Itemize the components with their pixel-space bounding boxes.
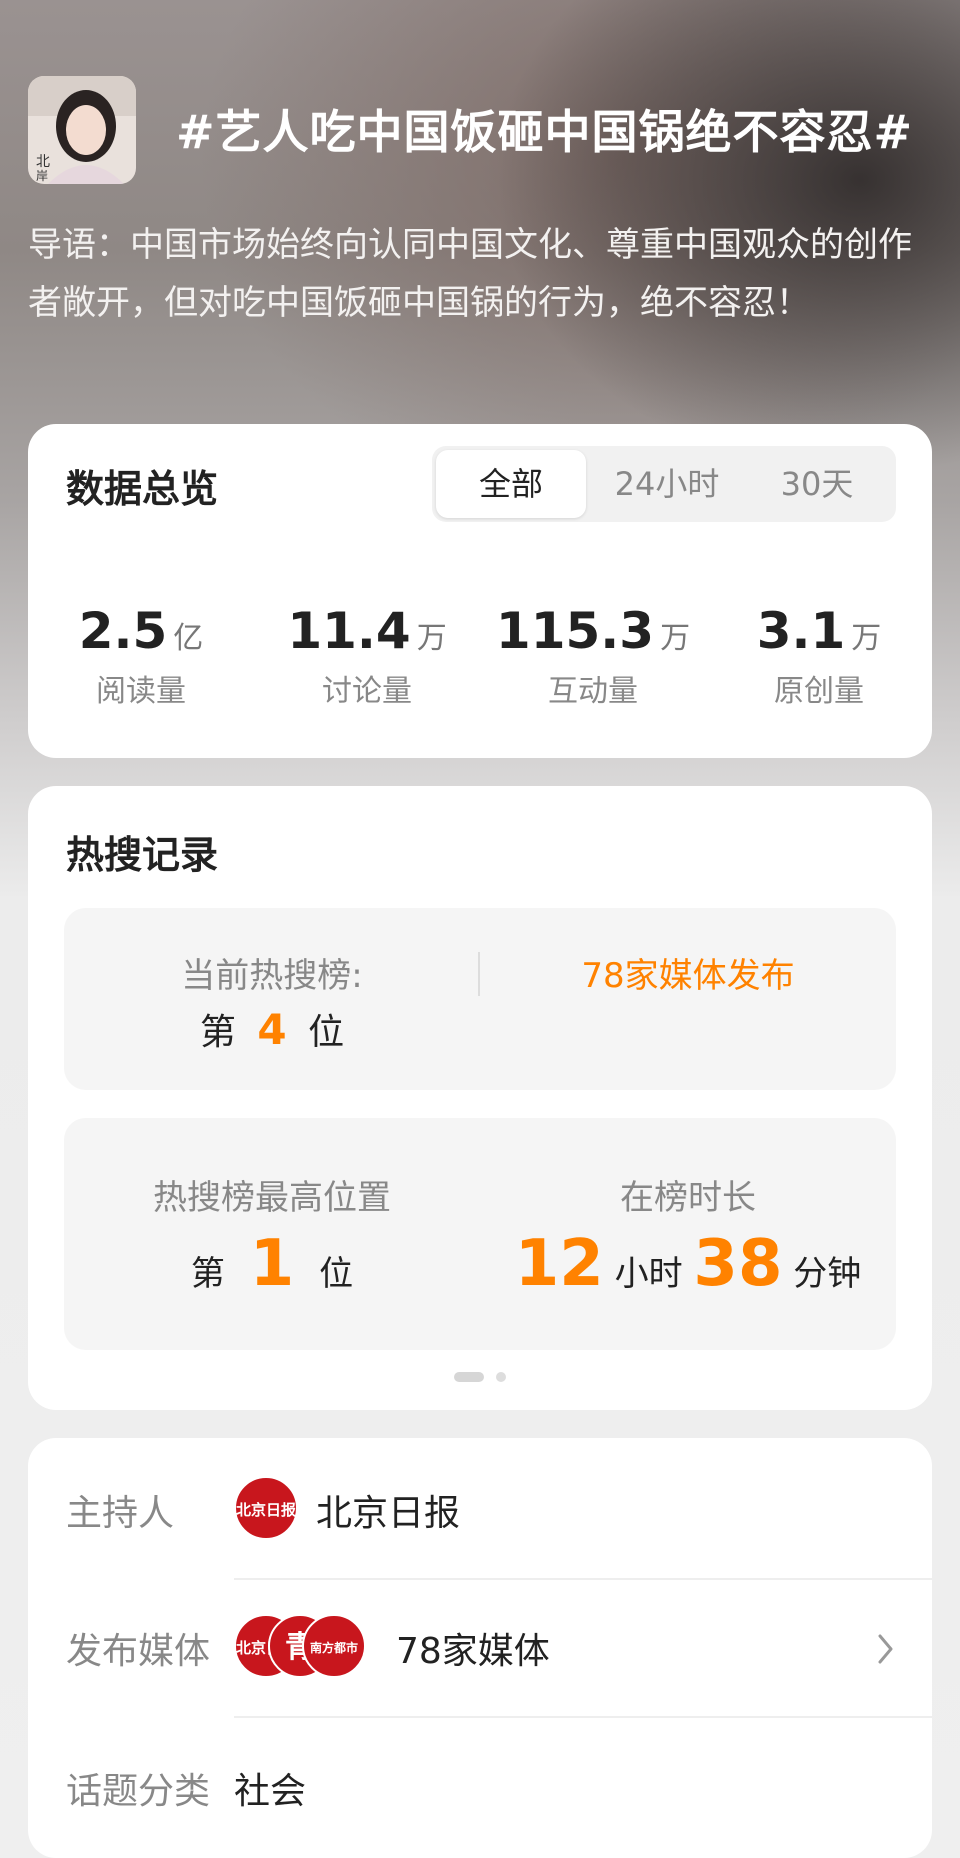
- highest-rank-label: 热搜榜最高位置: [153, 1178, 391, 1218]
- category-value: 社会: [234, 1771, 307, 1812]
- data-overview-card: 数据总览 全部 24小时 30天 2.5 亿 阅读量 11.4 万 讨论量 115.…: [28, 424, 932, 758]
- rank-prefix: 第: [199, 1012, 236, 1053]
- current-rank-line: 第 4 位: [64, 1003, 480, 1055]
- host-logo[interactable]: 北京日报: [234, 1476, 298, 1540]
- duration-hours: 12: [514, 1227, 604, 1301]
- stat-label: 讨论量: [322, 674, 412, 709]
- rank-suffix: 位: [319, 1254, 354, 1294]
- duration-minutes: 38: [693, 1227, 783, 1301]
- row-divider: [234, 1578, 932, 1580]
- tab-24h[interactable]: 24小时: [592, 450, 742, 518]
- stat-label: 原创量: [774, 674, 864, 709]
- media-published-link[interactable]: 78家媒体发布: [480, 948, 896, 997]
- topic-page: 北 岸 #艺人吃中国饭砸中国锅绝不容忍# 导语：中国市场始终向认同中国文化、尊重…: [0, 0, 960, 1858]
- stat-value: 2.5: [78, 602, 168, 660]
- highest-rank-block: 热搜榜最高位置 第 1 位: [64, 1170, 480, 1301]
- minutes-unit: 分钟: [793, 1254, 862, 1294]
- topic-title: #艺人吃中国饭砸中国锅绝不容忍#: [176, 105, 914, 159]
- highest-rank-value: 1: [249, 1227, 295, 1301]
- topic-intro: 导语：中国市场始终向认同中国文化、尊重中国观众的创作者敞开，但对吃中国饭砸中国锅…: [28, 225, 912, 323]
- current-rank-panel[interactable]: 当前热搜榜: 第 4 位 78家媒体发布: [64, 908, 896, 1090]
- category-label: 话题分类: [66, 1771, 211, 1812]
- topic-avatar[interactable]: 北 岸: [28, 76, 136, 184]
- stat-reads: 2.5 亿 阅读量: [28, 602, 254, 710]
- data-overview-title: 数据总览: [66, 467, 219, 511]
- svg-text:北: 北: [36, 154, 50, 170]
- current-rank-value: 4: [257, 1005, 287, 1054]
- carousel-indicator: [28, 1366, 932, 1382]
- stat-discussions: 11.4 万 讨论量: [254, 602, 480, 710]
- stat-unit: 亿: [173, 621, 204, 656]
- current-rank-block: 当前热搜榜: 第 4 位: [64, 948, 480, 1055]
- time-range-tabs: 全部 24小时 30天: [432, 446, 896, 522]
- svg-text:岸: 岸: [36, 169, 48, 183]
- rank-prefix: 第: [190, 1254, 225, 1294]
- row-divider: [234, 1716, 932, 1718]
- tab-30d[interactable]: 30天: [742, 450, 892, 518]
- highest-rank-line: 第 1 位: [64, 1227, 480, 1301]
- stat-value: 3.1: [756, 602, 846, 660]
- media-logo: 南方都市: [302, 1614, 366, 1678]
- stat-value: 115.3: [495, 602, 655, 660]
- hot-search-card: 热搜记录 当前热搜榜: 第 4 位 78家媒体发布 热搜榜最高位置 第 1 位: [28, 786, 932, 1410]
- hours-unit: 小时: [614, 1254, 683, 1294]
- stat-value: 11.4: [287, 602, 411, 660]
- media-count: 78家媒体: [396, 1631, 550, 1672]
- tab-all[interactable]: 全部: [436, 450, 586, 518]
- duration-line: 12 小时 38 分钟: [480, 1227, 896, 1301]
- stat-unit: 万: [851, 621, 882, 656]
- host-name[interactable]: 北京日报: [316, 1484, 460, 1536]
- chevron-right-icon: [878, 1634, 893, 1664]
- rank-suffix: 位: [308, 1012, 345, 1053]
- media-label: 发布媒体: [66, 1631, 211, 1672]
- duration-label: 在榜时长: [620, 1178, 756, 1218]
- stat-label: 互动量: [548, 674, 638, 709]
- duration-block: 在榜时长 12 小时 38 分钟: [480, 1170, 896, 1301]
- current-rank-label: 当前热搜榜:: [181, 956, 363, 996]
- host-label: 主持人: [66, 1493, 175, 1534]
- stat-unit: 万: [416, 621, 447, 656]
- indicator-inactive: [495, 1371, 506, 1382]
- stat-interactions: 115.3 万 互动量: [480, 602, 706, 710]
- stat-label: 阅读量: [96, 674, 186, 709]
- stat-originals: 3.1 万 原创量: [706, 602, 932, 710]
- stat-unit: 万: [660, 621, 691, 656]
- indicator-active: [454, 1371, 485, 1382]
- topic-info-card: 主持人 北京日报 北京日报 发布媒体 北京日报 青 南方都市 78家媒体 话题分…: [28, 1438, 932, 1858]
- history-panel: 热搜榜最高位置 第 1 位 在榜时长 12 小时 38 分钟: [64, 1118, 896, 1350]
- hot-search-title: 热搜记录: [66, 833, 219, 877]
